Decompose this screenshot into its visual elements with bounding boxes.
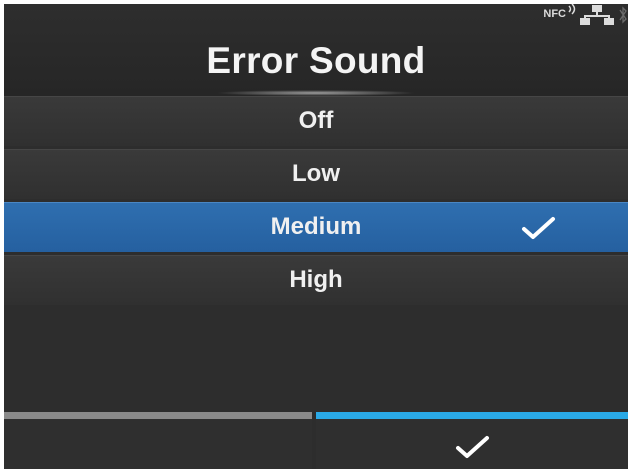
bluetooth-icon xyxy=(619,6,627,24)
option-off[interactable]: Off xyxy=(4,96,628,146)
checkmark-icon xyxy=(456,436,489,458)
option-label: Off xyxy=(298,107,334,134)
option-high[interactable]: High xyxy=(4,255,628,305)
option-low[interactable]: Low xyxy=(4,149,628,199)
lan-network-icon xyxy=(580,5,614,25)
printer-display: Error Sound NFC Off Low Medium High xyxy=(4,4,628,469)
header: Error Sound NFC xyxy=(4,4,628,96)
sound-option-list: Off Low Medium High xyxy=(4,96,628,308)
left-softkey[interactable] xyxy=(4,412,312,469)
option-label: Low xyxy=(292,160,340,187)
confirm-softkey[interactable] xyxy=(316,412,628,469)
nfc-label: NFC xyxy=(543,8,566,20)
page-title: Error Sound xyxy=(206,40,426,81)
softkey-bar xyxy=(4,412,628,469)
checkmark-icon xyxy=(522,217,555,239)
option-medium[interactable]: Medium xyxy=(4,202,628,252)
option-label: Medium xyxy=(270,213,362,240)
option-label: High xyxy=(289,266,343,293)
nfc-icon: NFC xyxy=(543,4,576,20)
